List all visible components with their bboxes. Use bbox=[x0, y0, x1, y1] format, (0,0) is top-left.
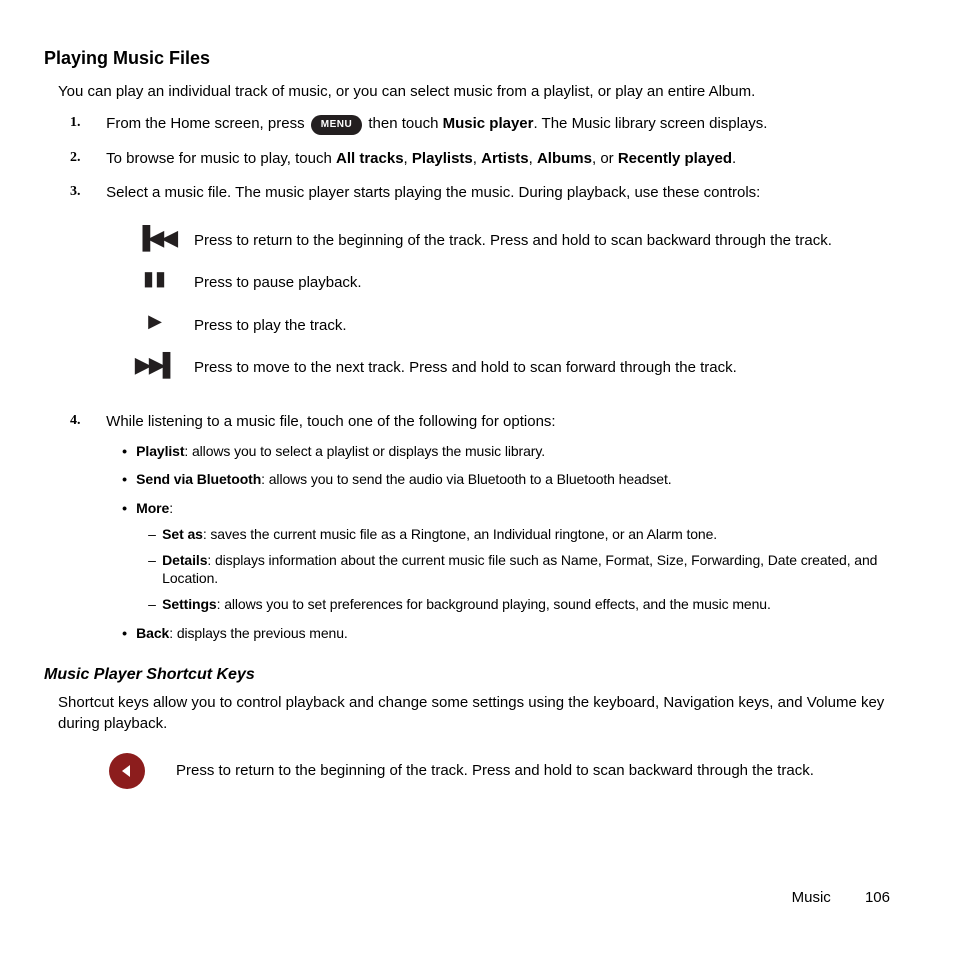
bold-text: All tracks bbox=[336, 150, 404, 167]
option-settings: Settings: allows you to set preferences … bbox=[148, 595, 906, 613]
footer-section: Music bbox=[792, 889, 831, 906]
option-desc: : allows you to select a playlist or dis… bbox=[184, 443, 545, 459]
control-row-pause: ▮▮ Press to pause playback. bbox=[132, 265, 910, 307]
bold-text: Albums bbox=[537, 150, 592, 167]
footer-page-number: 106 bbox=[865, 889, 890, 906]
step-body: Select a music file. The music player st… bbox=[106, 183, 906, 203]
option-send-bluetooth: Send via Bluetooth: allows you to send t… bbox=[122, 470, 906, 488]
control-description: Press to return to the beginning of the … bbox=[194, 223, 910, 265]
control-row-play: ▶ Press to play the track. bbox=[132, 308, 910, 350]
option-name: Playlist bbox=[136, 443, 184, 459]
next-track-icon: ▶▶▌ bbox=[135, 354, 175, 376]
more-sublist: Set as: saves the current music file as … bbox=[148, 525, 906, 614]
menu-button-icon: MENU bbox=[311, 115, 362, 135]
option-name: Send via Bluetooth bbox=[136, 471, 261, 487]
control-description: Press to pause playback. bbox=[194, 265, 910, 307]
step-number: 4. bbox=[70, 412, 102, 431]
option-name: Settings bbox=[162, 596, 216, 612]
step-number: 2. bbox=[70, 149, 102, 168]
step-1: 1. From the Home screen, press MENU then… bbox=[70, 114, 910, 135]
option-details: Details: displays information about the … bbox=[148, 551, 906, 587]
option-name: Details bbox=[162, 552, 207, 568]
bold-text: Recently played bbox=[618, 150, 732, 167]
previous-track-icon: ▐◀◀ bbox=[135, 227, 175, 249]
option-desc: : displays the previous menu. bbox=[169, 625, 347, 641]
step-4: 4. While listening to a music file, touc… bbox=[70, 412, 910, 652]
option-back: Back: displays the previous menu. bbox=[122, 624, 906, 642]
options-list: Playlist: allows you to select a playlis… bbox=[122, 442, 906, 642]
text: then touch bbox=[368, 115, 442, 132]
text: , bbox=[473, 150, 481, 167]
step-number: 1. bbox=[70, 114, 102, 133]
text: While listening to a music file, touch o… bbox=[106, 413, 555, 430]
control-description: Press to play the track. bbox=[194, 308, 910, 350]
bold-text: Playlists bbox=[412, 150, 473, 167]
option-more: More: Set as: saves the current music fi… bbox=[122, 499, 906, 614]
step-body: From the Home screen, press MENU then to… bbox=[106, 114, 906, 135]
text: . The Music library screen displays. bbox=[533, 115, 767, 132]
option-name: More bbox=[136, 500, 169, 516]
control-row-previous: ▐◀◀ Press to return to the beginning of … bbox=[132, 223, 910, 265]
step-2: 2. To browse for music to play, touch Al… bbox=[70, 149, 910, 169]
section-heading: Playing Music Files bbox=[44, 48, 910, 69]
page-footer: Music 106 bbox=[792, 889, 890, 906]
option-desc: : allows you to set preferences for back… bbox=[217, 596, 771, 612]
step-3: 3. Select a music file. The music player… bbox=[70, 183, 910, 392]
text: , bbox=[529, 150, 537, 167]
option-desc: : displays information about the current… bbox=[162, 552, 877, 586]
option-desc: : bbox=[169, 500, 173, 516]
text: , bbox=[404, 150, 412, 167]
option-name: Set as bbox=[162, 526, 203, 542]
playback-controls-table: ▐◀◀ Press to return to the beginning of … bbox=[132, 223, 910, 392]
nav-left-icon bbox=[109, 753, 145, 789]
bold-text: Artists bbox=[481, 150, 529, 167]
shortcut-intro: Shortcut keys allow you to control playb… bbox=[58, 692, 910, 734]
shortcut-row-left: Press to return to the beginning of the … bbox=[108, 752, 844, 790]
shortcut-table: Press to return to the beginning of the … bbox=[108, 752, 844, 790]
option-playlist: Playlist: allows you to select a playlis… bbox=[122, 442, 906, 460]
pause-icon: ▮▮ bbox=[143, 269, 167, 289]
text: , or bbox=[592, 150, 618, 167]
option-desc: : saves the current music file as a Ring… bbox=[203, 526, 717, 542]
option-set-as: Set as: saves the current music file as … bbox=[148, 525, 906, 543]
option-desc: : allows you to send the audio via Bluet… bbox=[261, 471, 671, 487]
subsection-heading: Music Player Shortcut Keys bbox=[44, 666, 910, 684]
play-icon: ▶ bbox=[148, 312, 162, 330]
shortcut-description: Press to return to the beginning of the … bbox=[175, 752, 844, 790]
option-name: Back bbox=[136, 625, 169, 641]
bold-text: Music player bbox=[443, 115, 534, 132]
step-list: 1. From the Home screen, press MENU then… bbox=[70, 114, 910, 652]
control-row-next: ▶▶▌ Press to move to the next track. Pre… bbox=[132, 350, 910, 392]
step-number: 3. bbox=[70, 183, 102, 202]
control-description: Press to move to the next track. Press a… bbox=[194, 350, 910, 392]
step-body: To browse for music to play, touch All t… bbox=[106, 149, 906, 169]
step-body: While listening to a music file, touch o… bbox=[106, 412, 906, 652]
text: . bbox=[732, 150, 736, 167]
intro-paragraph: You can play an individual track of musi… bbox=[58, 83, 910, 100]
text: From the Home screen, press bbox=[106, 115, 309, 132]
text: To browse for music to play, touch bbox=[106, 150, 336, 167]
